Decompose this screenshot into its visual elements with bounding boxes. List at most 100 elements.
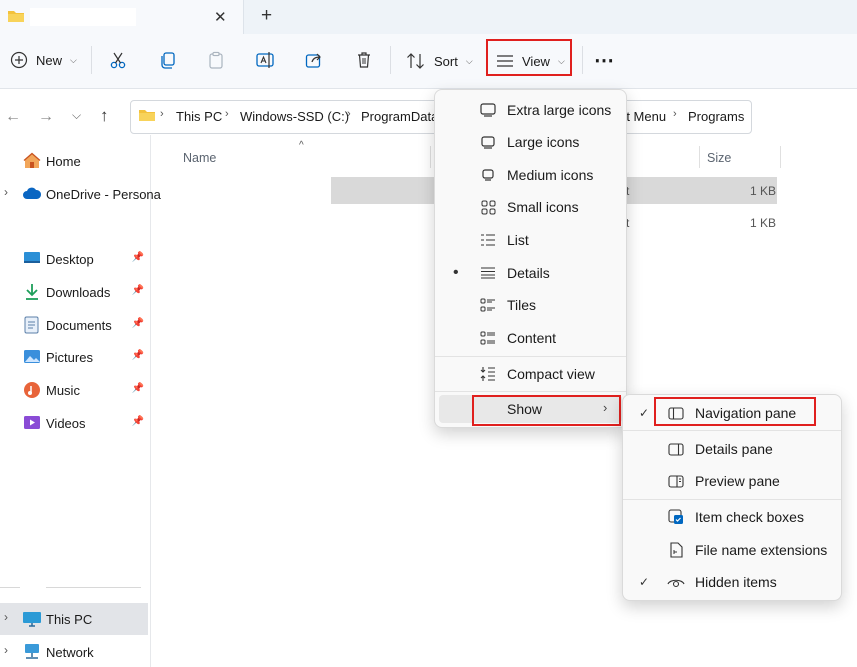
details-pane-icon [667, 440, 685, 458]
medium-icons-icon [479, 166, 497, 184]
tiles-icon [479, 296, 497, 314]
documents-icon [24, 316, 39, 334]
paste-icon[interactable] [207, 51, 225, 69]
network-icon [23, 643, 41, 660]
sidebar-item-label: Network [46, 645, 94, 660]
menu-item-details[interactable]: • Details [435, 257, 626, 289]
expand-chevron-icon[interactable]: › [4, 185, 8, 199]
onedrive-cloud-icon [22, 187, 42, 200]
details-icon [479, 264, 497, 282]
menu-item-file-name-extensions[interactable]: File name extensions [623, 534, 841, 566]
sidebar-item-videos[interactable]: Videos 📌 [0, 408, 150, 438]
rename-icon[interactable] [256, 51, 274, 69]
pin-icon[interactable]: 📌 [132, 350, 144, 361]
pin-icon[interactable]: 📌 [132, 318, 144, 329]
folder-icon [7, 9, 25, 23]
pin-icon[interactable]: 📌 [132, 383, 144, 394]
checkmark-icon: ✓ [639, 406, 650, 420]
menu-item-tiles[interactable]: Tiles [435, 289, 626, 321]
new-tab-icon[interactable]: + [261, 5, 272, 27]
copy-icon[interactable] [159, 51, 177, 69]
menu-item-details-pane[interactable]: Details pane [623, 433, 841, 465]
sort-ascending-icon: ^ [299, 140, 304, 151]
menu-item-compact-view[interactable]: Compact view [435, 358, 626, 390]
menu-item-label: List [507, 232, 529, 248]
share-icon[interactable] [305, 51, 323, 69]
menu-item-label: Hidden items [695, 574, 777, 590]
column-header-name[interactable]: Name [183, 151, 216, 165]
sidebar-item-label: Documents [46, 318, 112, 333]
forward-arrow-icon[interactable]: → [38, 108, 54, 126]
expand-chevron-icon[interactable]: › [4, 643, 8, 657]
sidebar-divider [46, 587, 141, 588]
pin-icon[interactable]: 📌 [132, 416, 144, 427]
menu-item-item-check-boxes[interactable]: Item check boxes [623, 501, 841, 533]
menu-item-label: Tiles [507, 297, 537, 313]
menu-item-list[interactable]: List [435, 224, 626, 256]
chevron-down-icon: ⌵ [465, 55, 473, 66]
sidebar-item-label: Downloads [46, 285, 111, 300]
sidebar-item-label: Pictures [46, 350, 93, 365]
menu-item-label: File name extensions [695, 542, 828, 558]
breadcrumb-this-pc[interactable]: This PC [176, 109, 222, 124]
breadcrumb-start-menu[interactable]: rt Menu [622, 109, 666, 124]
breadcrumb-sep-icon: › [225, 108, 229, 120]
home-icon [23, 152, 41, 169]
sidebar-item-downloads[interactable]: Downloads 📌 [0, 277, 150, 307]
menu-divider [623, 499, 841, 500]
extra-large-icons-icon [479, 101, 497, 119]
menu-divider [435, 356, 626, 357]
sidebar-item-network[interactable]: › Network [0, 637, 150, 667]
sidebar-item-documents[interactable]: Documents 📌 [0, 310, 150, 340]
up-arrow-icon[interactable]: ↑ [100, 106, 109, 126]
view-menu: Extra large icons Large icons Medium ico… [434, 89, 627, 428]
content-icon [479, 329, 497, 347]
sidebar-item-home[interactable]: Home [0, 146, 150, 176]
menu-item-large-icons[interactable]: Large icons [435, 126, 626, 158]
back-arrow-icon[interactable]: ← [5, 108, 21, 126]
sort-button[interactable]: Sort ⌵ [406, 51, 473, 71]
sidebar-item-desktop[interactable]: Desktop 📌 [0, 244, 150, 274]
sort-label: Sort [434, 53, 458, 69]
menu-item-label: Details [507, 265, 550, 281]
desktop-icon [23, 251, 41, 266]
pin-icon[interactable]: 📌 [132, 252, 144, 263]
cut-icon[interactable] [109, 51, 127, 69]
window-tab[interactable]: ✕ [0, 0, 244, 34]
menu-item-medium-icons[interactable]: Medium icons [435, 159, 626, 191]
breadcrumb-drive[interactable]: Windows-SSD (C:) [240, 109, 349, 124]
column-divider [699, 146, 700, 168]
new-button[interactable]: New ⌵ [10, 50, 77, 70]
file-name-extensions-icon [667, 541, 685, 559]
menu-item-label: Content [507, 330, 557, 346]
plus-circle-icon [10, 51, 28, 69]
menu-item-content[interactable]: Content [435, 322, 626, 354]
row-size: 1 KB [750, 184, 777, 198]
more-options-icon[interactable]: ⋯ [594, 48, 614, 73]
sidebar-divider [0, 587, 20, 588]
recent-chevron-icon[interactable]: ⌵ [72, 108, 81, 123]
sort-icon [406, 52, 426, 70]
menu-item-preview-pane[interactable]: Preview pane [623, 465, 841, 497]
pictures-icon [23, 349, 41, 364]
close-tab-icon[interactable]: ✕ [214, 8, 227, 26]
breadcrumb-programs[interactable]: Programs [688, 109, 744, 124]
column-header-size[interactable]: Size [707, 151, 731, 165]
sidebar-item-pictures[interactable]: Pictures 📌 [0, 342, 150, 372]
sidebar-item-this-pc[interactable]: › This PC [0, 603, 148, 635]
sidebar-item-music[interactable]: Music 📌 [0, 375, 150, 405]
sidebar-item-onedrive[interactable]: › OneDrive - Persona [0, 179, 161, 209]
sidebar-item-label: This PC [46, 612, 93, 627]
menu-item-extra-large-icons[interactable]: Extra large icons [435, 94, 626, 126]
pin-icon[interactable]: 📌 [132, 285, 144, 296]
menu-item-small-icons[interactable]: Small icons [435, 191, 626, 223]
delete-icon[interactable] [355, 51, 373, 69]
toolbar-divider [582, 46, 583, 74]
menu-item-hidden-items[interactable]: ✓ Hidden items [623, 566, 841, 598]
preview-pane-icon [667, 472, 685, 490]
breadcrumb-programdata[interactable]: ProgramData [361, 109, 438, 124]
expand-chevron-icon[interactable]: › [4, 610, 8, 624]
list-icon [479, 231, 497, 249]
menu-item-label: Large icons [507, 134, 580, 150]
chevron-down-icon: ⌵ [70, 54, 77, 65]
